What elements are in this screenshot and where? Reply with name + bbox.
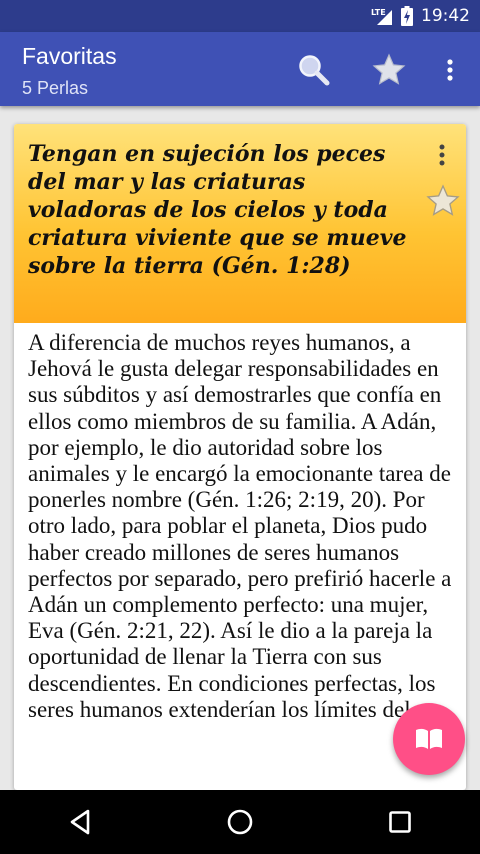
card-menu-button[interactable] — [432, 140, 452, 170]
recents-button[interactable] — [370, 792, 430, 852]
home-icon — [227, 809, 253, 835]
clock: 19:42 — [421, 6, 470, 26]
battery-charging-icon — [401, 6, 413, 26]
svg-text:LTE: LTE — [371, 8, 386, 17]
card-favorite-toggle[interactable] — [424, 182, 462, 220]
page-subtitle: 5 Perlas — [22, 78, 89, 98]
back-button[interactable] — [50, 792, 110, 852]
pearl-card: Tengan en sujeción los peces del mar y l… — [14, 124, 466, 790]
home-button[interactable] — [210, 792, 270, 852]
card-body-text: A diferencia de muchos reyes humanos, a … — [28, 330, 452, 722]
star-icon — [372, 53, 406, 85]
app-bar: Favoritas 5 Perlas — [0, 32, 480, 106]
card-title-verse: Tengan en sujeción los peces del mar y l… — [28, 141, 407, 279]
overflow-menu-icon — [447, 59, 453, 81]
lte-signal-icon: LTE — [371, 6, 393, 26]
overflow-menu-button[interactable] — [430, 50, 470, 90]
card-header: Tengan en sujeción los peces del mar y l… — [14, 124, 466, 323]
card-body: A diferencia de muchos reyes humanos, a … — [28, 330, 458, 723]
favorites-button[interactable] — [369, 50, 409, 90]
open-book-icon — [416, 728, 442, 749]
page-title: Favoritas — [22, 43, 117, 69]
search-button[interactable] — [294, 50, 334, 90]
status-bar: LTE 19:42 — [0, 0, 480, 32]
search-icon — [299, 55, 330, 86]
star-outline-icon — [426, 184, 460, 216]
recents-icon — [389, 811, 411, 833]
system-nav-bar — [0, 790, 480, 854]
back-icon — [70, 809, 90, 835]
overflow-menu-icon — [439, 144, 445, 166]
read-fab[interactable] — [393, 703, 465, 775]
